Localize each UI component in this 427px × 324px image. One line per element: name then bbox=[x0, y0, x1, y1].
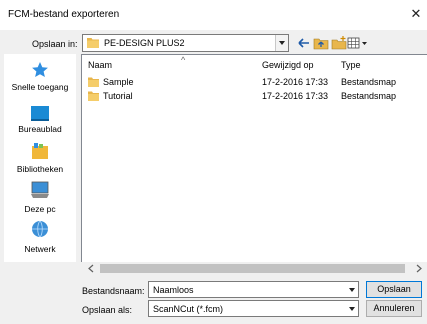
computer-icon bbox=[31, 181, 49, 198]
chevron-down-icon bbox=[349, 288, 355, 292]
horizontal-scrollbar[interactable] bbox=[81, 262, 427, 275]
library-icon bbox=[32, 143, 48, 159]
filetype-dropdown-button[interactable] bbox=[346, 301, 358, 316]
file-list[interactable]: ^ Naam Gewijzigd op Type Sample 17-2-201… bbox=[81, 54, 427, 275]
save-in-label: Opslaan in: bbox=[32, 39, 78, 49]
filename-input[interactable]: Naamloos bbox=[148, 281, 359, 298]
back-arrow-icon[interactable] bbox=[296, 35, 312, 51]
folder-icon bbox=[88, 91, 99, 101]
file-modified: 17-2-2016 17:33 bbox=[262, 77, 329, 87]
location-text: PE-DESIGN PLUS2 bbox=[104, 38, 185, 48]
location-dropdown-button[interactable] bbox=[275, 35, 288, 51]
filetype-select[interactable]: ScanNCut (*.fcm) bbox=[148, 300, 359, 317]
sort-indicator: ^ bbox=[181, 55, 186, 65]
chevron-right-icon[interactable] bbox=[415, 264, 423, 273]
scrollbar-thumb[interactable] bbox=[100, 264, 405, 273]
column-header-modified[interactable]: Gewijzigd op bbox=[262, 60, 314, 70]
file-type: Bestandsmap bbox=[341, 91, 397, 101]
filename-dropdown-button[interactable] bbox=[346, 282, 358, 297]
chevron-left-icon[interactable] bbox=[87, 264, 95, 273]
filename-label: Bestandsnaam: bbox=[82, 286, 145, 296]
desktop-icon bbox=[31, 106, 49, 121]
filename-value: Naamloos bbox=[153, 285, 194, 295]
folder-icon bbox=[88, 77, 99, 87]
chevron-down-icon bbox=[279, 41, 285, 45]
places-bar: Snelle toegang Bureaublad Bibliotheken D… bbox=[4, 54, 76, 262]
filetype-label: Opslaan als: bbox=[82, 305, 133, 315]
file-name: Tutorial bbox=[103, 91, 133, 101]
filetype-value: ScanNCut (*.fcm) bbox=[153, 304, 224, 314]
new-folder-icon[interactable] bbox=[331, 35, 347, 51]
column-header-name[interactable]: Naam bbox=[88, 60, 112, 70]
network-icon bbox=[32, 220, 48, 238]
star-icon bbox=[32, 62, 48, 77]
place-quick-access[interactable]: Snelle toegang bbox=[4, 82, 76, 92]
list-item[interactable]: Tutorial 17-2-2016 17:33 Bestandsmap bbox=[88, 90, 418, 104]
place-libraries[interactable]: Bibliotheken bbox=[4, 164, 76, 174]
save-in-label-text: Opslaan in: bbox=[32, 39, 78, 49]
close-button[interactable]: ✕ bbox=[408, 6, 424, 22]
chevron-down-icon bbox=[349, 307, 355, 311]
column-header-type[interactable]: Type bbox=[341, 60, 361, 70]
location-combobox[interactable]: PE-DESIGN PLUS2 bbox=[82, 34, 289, 52]
folder-icon bbox=[87, 38, 99, 48]
file-modified: 17-2-2016 17:33 bbox=[262, 91, 329, 101]
file-type: Bestandsmap bbox=[341, 77, 397, 87]
cancel-button[interactable]: Annuleren bbox=[366, 300, 422, 317]
place-desktop[interactable]: Bureaublad bbox=[4, 124, 76, 134]
dialog-title: FCM-bestand exporteren bbox=[8, 9, 120, 20]
up-folder-icon[interactable] bbox=[313, 35, 329, 51]
save-button[interactable]: Opslaan bbox=[366, 281, 422, 298]
file-name: Sample bbox=[103, 77, 134, 87]
place-network[interactable]: Netwerk bbox=[4, 244, 76, 254]
place-this-pc[interactable]: Deze pc bbox=[4, 204, 76, 214]
view-menu-icon[interactable] bbox=[347, 35, 371, 51]
list-item[interactable]: Sample 17-2-2016 17:33 Bestandsmap bbox=[88, 76, 418, 90]
